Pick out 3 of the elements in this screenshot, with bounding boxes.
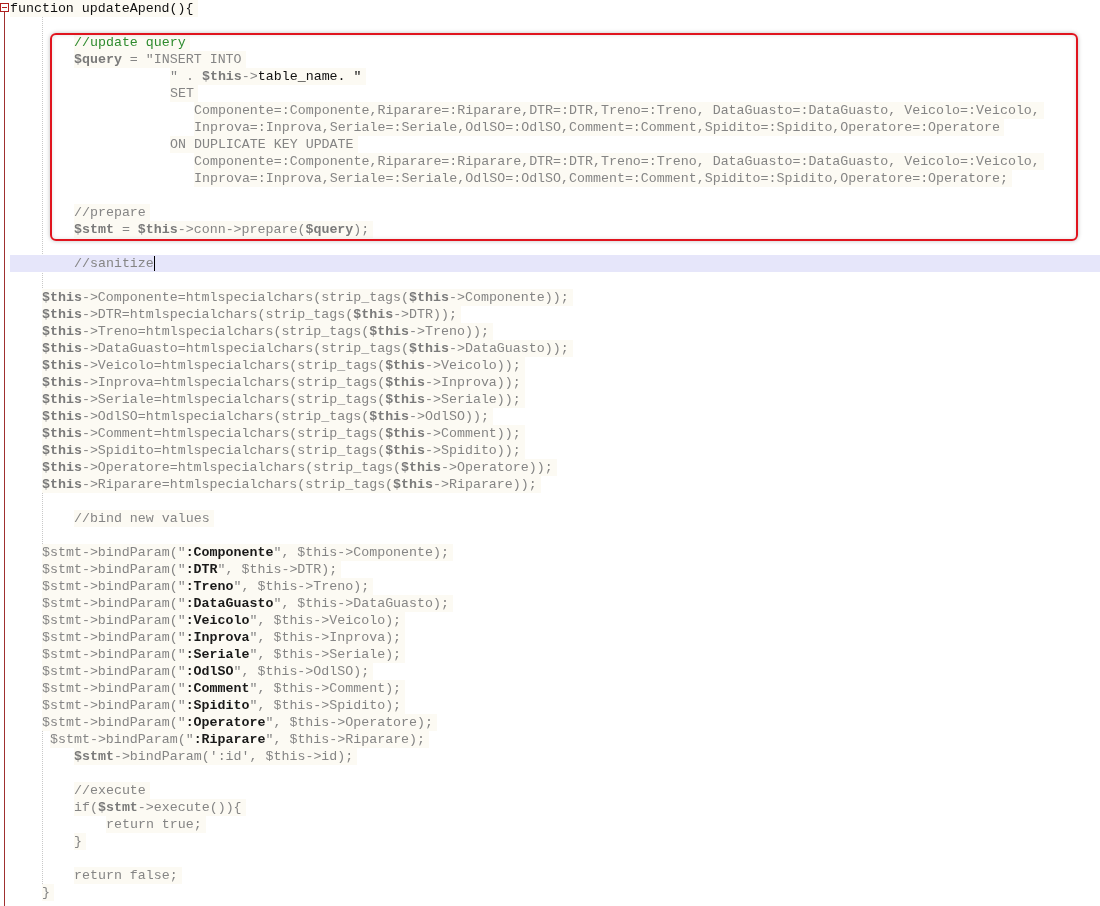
collapse-icon[interactable] — [0, 3, 9, 12]
text-cursor — [153, 256, 155, 271]
code-line: //sanitize — [74, 255, 154, 272]
